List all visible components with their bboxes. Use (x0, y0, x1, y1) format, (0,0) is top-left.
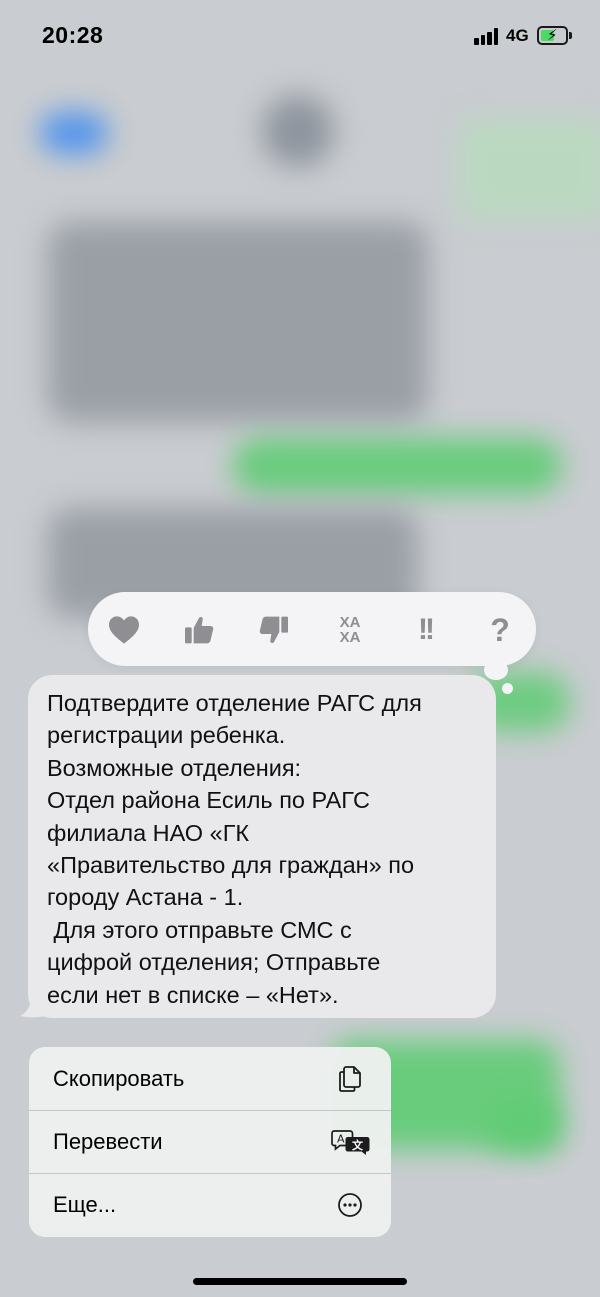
message-line: Возможные отделения: (47, 754, 302, 781)
menu-item-more[interactable]: Еще... (29, 1173, 391, 1236)
tapback-tail-bubble (484, 660, 508, 680)
translate-icon: A 文 (331, 1127, 371, 1157)
blurred-header-area (460, 120, 600, 220)
question-label: ? (490, 611, 510, 648)
blurred-outgoing-bubble (490, 1100, 560, 1150)
menu-item-copy[interactable]: Скопировать (29, 1047, 391, 1110)
heart-icon[interactable] (104, 610, 144, 650)
message-line: «Правительство для граждан» по (47, 852, 415, 879)
context-menu: Скопировать Перевести A 文 Еще... (29, 1047, 391, 1237)
message-line: городу Астана - 1. (47, 884, 244, 911)
question-icon[interactable]: ? (480, 610, 520, 650)
network-type: 4G (506, 26, 529, 45)
blurred-avatar (262, 95, 334, 167)
double-exclamation-icon[interactable]: !! (405, 610, 445, 650)
message-line: Для этого отправьте СМС с (47, 916, 352, 943)
message-line: Отдел района Есиль по РАГС (47, 787, 370, 814)
cellular-signal-icon (474, 27, 500, 45)
haha-icon[interactable]: ХА ХА (330, 610, 370, 650)
haha-top: ХА (339, 614, 361, 631)
menu-item-translate[interactable]: Перевести A 文 (29, 1110, 391, 1173)
battery-cap (569, 32, 572, 39)
svg-text:文: 文 (352, 1138, 364, 1152)
tapback-tail-dot (502, 683, 513, 694)
svg-text:A: A (337, 1133, 345, 1146)
message-bubble[interactable]: Подтвердите отделение РАГС для регистрац… (28, 675, 496, 1018)
battery-charging-icon: ⚡ (537, 26, 568, 45)
blurred-back-button (40, 112, 108, 154)
message-line: регистрации ребенка. (47, 722, 286, 749)
more-icon (335, 1190, 365, 1220)
home-indicator[interactable] (193, 1278, 407, 1285)
tapback-reaction-bar: ХА ХА !! ? (88, 592, 536, 666)
menu-item-label: Еще... (53, 1192, 117, 1217)
thumbs-up-icon[interactable] (179, 610, 219, 650)
status-bar: 20:28 4G ⚡ (0, 0, 600, 72)
menu-item-label: Перевести (53, 1129, 163, 1154)
blurred-incoming-bubble (48, 222, 428, 422)
emphasize-label: !! (418, 613, 435, 646)
status-time: 20:28 (42, 22, 104, 48)
message-line: если нет в списке – «Нет». (47, 981, 339, 1008)
message-line: филиала НАО «ГК (47, 819, 250, 846)
menu-item-label: Скопировать (53, 1065, 185, 1091)
copy-icon (335, 1064, 365, 1094)
blurred-outgoing-bubble (232, 438, 562, 494)
haha-bottom: ХА (339, 629, 361, 646)
message-line: Подтвердите отделение РАГС для (47, 690, 422, 716)
thumbs-down-icon[interactable] (254, 610, 294, 650)
message-line: цифрой отделения; Отправьте (47, 949, 381, 976)
